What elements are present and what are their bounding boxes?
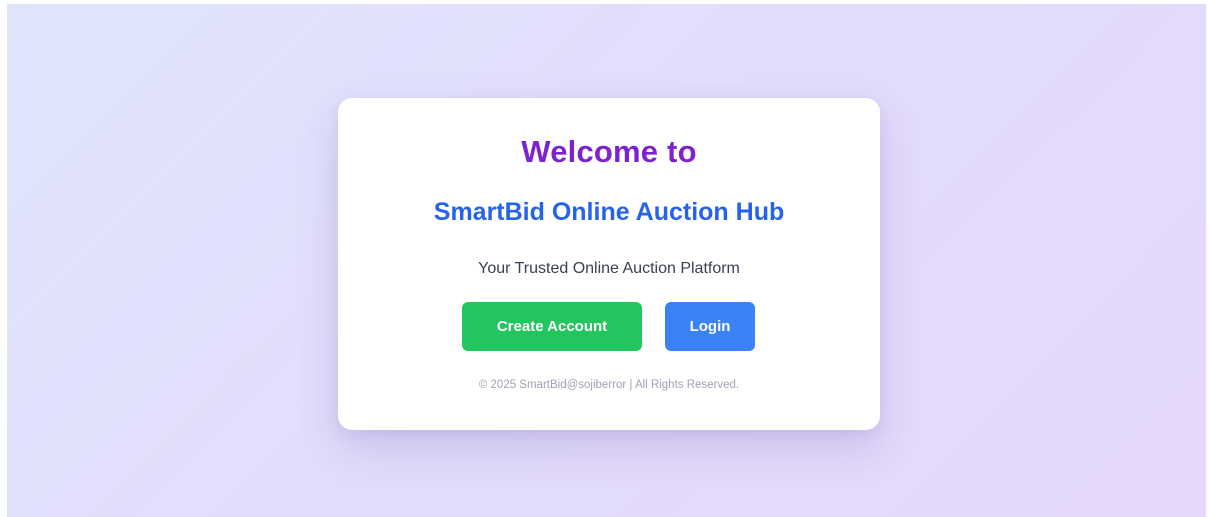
footer-copyright: © 2025 SmartBid@sojiberror | All Rights … [478, 379, 740, 391]
login-button[interactable]: Login [665, 302, 755, 351]
welcome-card: Welcome to SmartBid Online Auction Hub Y… [338, 98, 880, 430]
brand-title: SmartBid Online Auction Hub [433, 198, 785, 226]
welcome-heading: Welcome to [521, 134, 697, 169]
page-background: Welcome to SmartBid Online Auction Hub Y… [7, 4, 1206, 517]
create-account-button[interactable]: Create Account [462, 302, 642, 351]
tagline: Your Trusted Online Auction Platform [478, 260, 740, 277]
